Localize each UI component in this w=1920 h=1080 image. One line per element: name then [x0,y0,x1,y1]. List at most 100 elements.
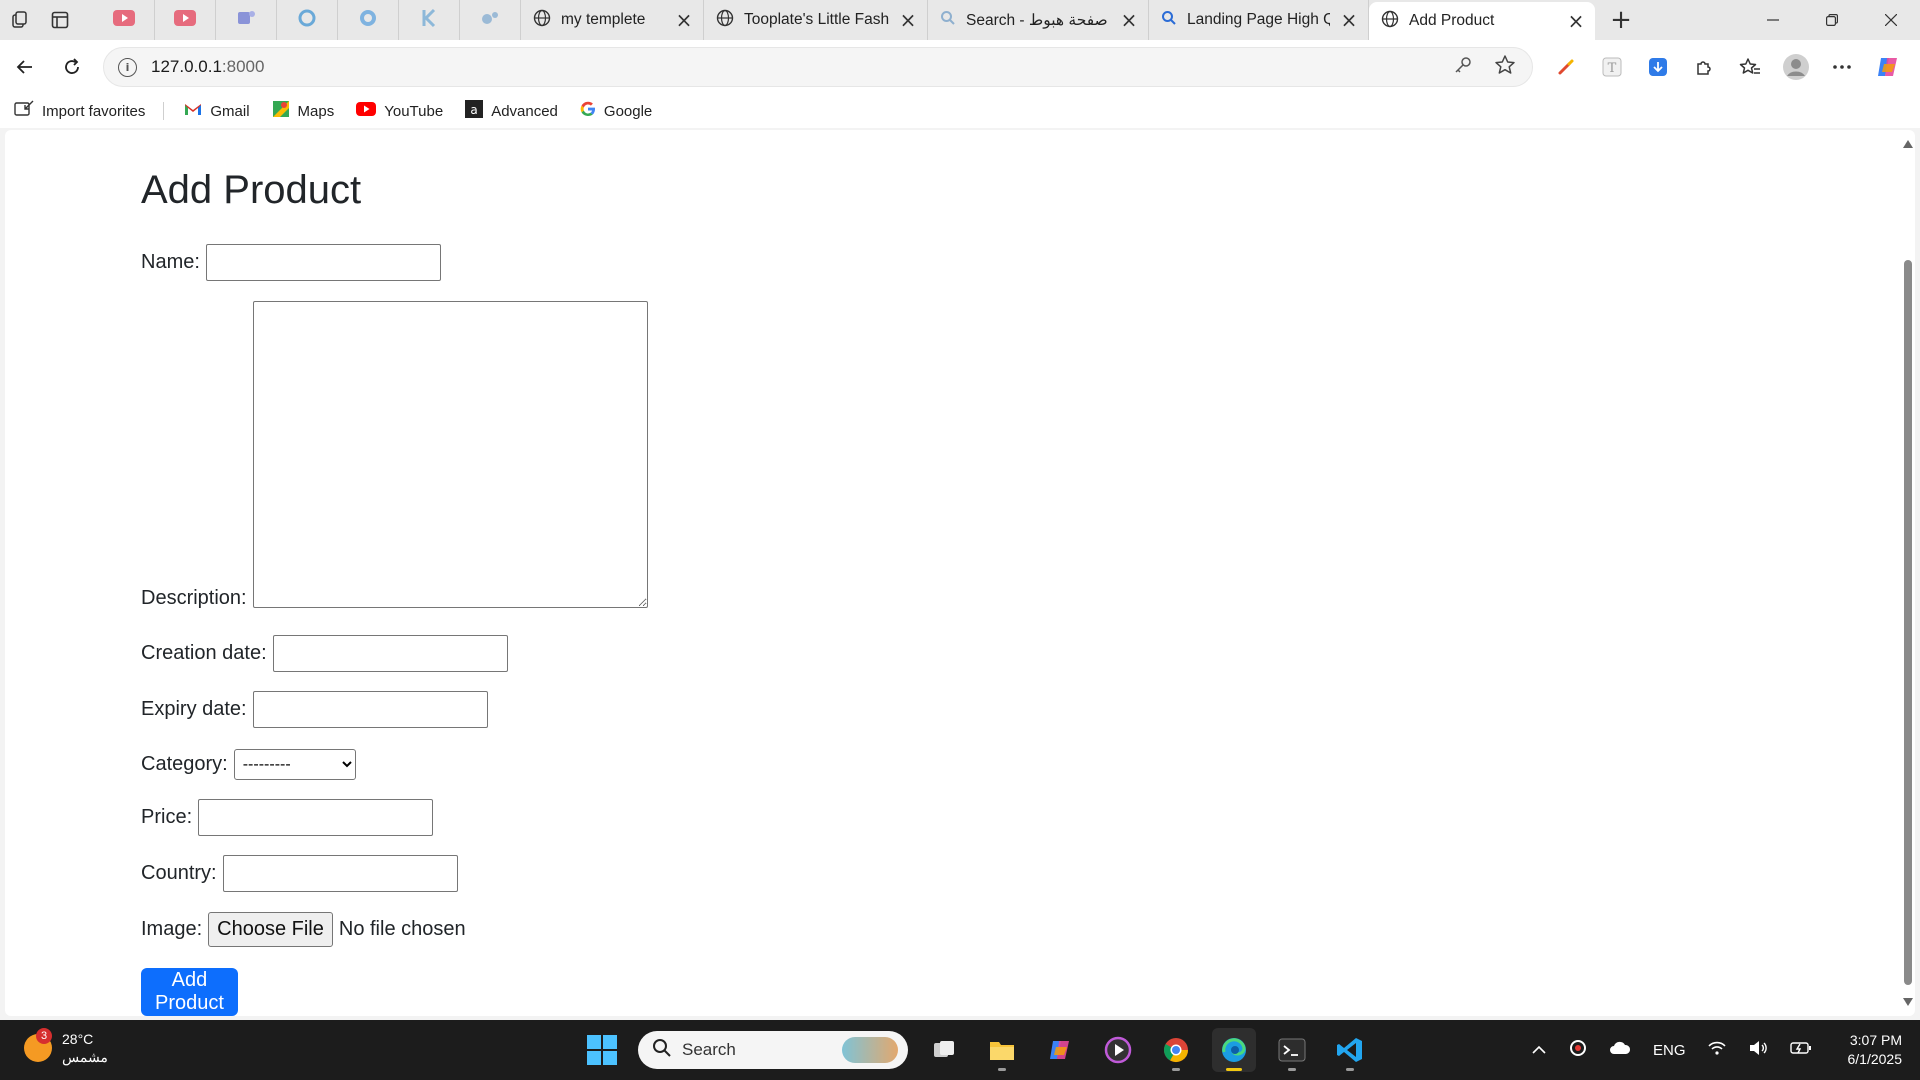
color-picker-extension-icon[interactable] [1543,44,1589,90]
name-input[interactable] [205,244,441,281]
media-player-app[interactable] [1096,1028,1140,1072]
weather-widget[interactable]: 3 28°C مشمس [24,1028,108,1066]
battery-icon[interactable] [1789,1041,1812,1059]
pinned-tab-6[interactable] [399,0,460,40]
terminal-app[interactable] [1270,1028,1314,1072]
close-tab-icon[interactable]: × [675,10,693,30]
browser-toolbar: i 127.0.0.1:8000 T [0,40,1920,94]
category-select[interactable]: --------- [233,749,356,780]
gmail-icon [184,102,202,120]
restore-button[interactable] [1802,0,1861,40]
copilot-icon[interactable] [1865,44,1911,90]
clock-date: 6/1/2025 [1847,1051,1903,1067]
choose-file-button[interactable]: Choose File [208,912,333,947]
search-icon [940,10,956,30]
chevron-up-icon[interactable] [1531,1042,1547,1059]
bookmark-import-favorites[interactable]: Import favorites [14,100,145,122]
pinned-tab-5[interactable] [338,0,399,40]
bookmarks-bar: Import favorites Gmail Maps YouTube a Ad… [0,94,1920,128]
import-icon [14,100,34,122]
pinned-tab-teams[interactable] [216,0,277,40]
file-status: No file chosen [338,918,466,940]
back-button[interactable] [2,44,48,90]
file-explorer-app[interactable] [980,1028,1024,1072]
clock[interactable]: 3:07 PM 6/1/2025 [1848,1031,1903,1069]
close-tab-icon[interactable]: × [1567,11,1585,31]
tab-strip: my templete × Tooplate's Little Fashion … [0,0,1920,40]
pinned-tab-4[interactable] [277,0,338,40]
running-indicator [1226,1068,1242,1071]
running-indicator [1288,1068,1296,1071]
country-input[interactable] [222,855,458,892]
chrome-app[interactable] [1154,1028,1198,1072]
description-textarea[interactable] [252,301,648,608]
notification-badge: 3 [36,1028,52,1044]
scroll-thumb[interactable] [1904,260,1912,985]
bookmark-label: Advanced [491,102,558,120]
onedrive-cloud-icon[interactable] [1609,1041,1631,1059]
search-icon [652,1038,672,1063]
bookmark-label: Maps [297,102,335,120]
taskbar-search[interactable]: Search [638,1031,908,1069]
pinned-tab-youtube-1[interactable] [94,0,155,40]
tab-search[interactable]: Search - صفحة هبوط × [928,0,1149,40]
site-info-icon[interactable]: i [118,57,137,77]
globe-icon [716,9,734,31]
wifi-icon[interactable] [1707,1041,1726,1059]
download-extension-icon[interactable] [1635,44,1681,90]
edge-app[interactable] [1212,1028,1256,1072]
tab-landing-page[interactable]: Landing Page High Quality × [1149,0,1369,40]
bookmark-maps[interactable]: Maps [272,100,335,122]
teams-icon [236,9,256,31]
start-button[interactable] [580,1028,624,1072]
language-indicator[interactable]: ENG [1653,1042,1686,1059]
copilot-app[interactable] [1038,1028,1082,1072]
bookmark-advanced[interactable]: a Advanced [465,100,558,122]
extensions-puzzle-icon[interactable] [1681,44,1727,90]
page-scrollbar[interactable] [1901,130,1915,1016]
volume-icon[interactable] [1748,1040,1768,1060]
favorites-icon[interactable] [1727,44,1773,90]
expiry-date-label: Expiry date: [141,698,247,720]
close-window-button[interactable] [1861,0,1920,40]
favorite-star-icon[interactable] [1494,54,1516,80]
scroll-up-arrow[interactable] [1903,140,1913,148]
arrow-left-icon [16,60,32,74]
font-extension-icon[interactable]: T [1589,44,1635,90]
tab-my-templete[interactable]: my templete × [521,0,704,40]
window-controls [1743,0,1920,40]
vscode-app[interactable] [1328,1028,1372,1072]
close-tab-icon[interactable]: × [1340,10,1358,30]
youtube-icon [113,10,135,30]
bookmark-youtube[interactable]: YouTube [356,102,443,120]
close-tab-icon[interactable]: × [1120,10,1138,30]
new-tab-button[interactable]: + [1601,7,1641,33]
address-bar[interactable]: i 127.0.0.1:8000 [103,47,1533,87]
pinned-tab-7[interactable] [460,0,521,40]
expiry-date-input[interactable] [252,691,488,728]
more-options-icon[interactable] [1819,44,1865,90]
close-tab-icon[interactable]: × [899,10,917,30]
minimize-button[interactable] [1743,0,1802,40]
windows-taskbar: 3 28°C مشمس Search ENG 3:07 PM 6/1/2025 [0,1020,1920,1080]
add-product-button[interactable]: Add Product [141,968,238,1016]
search-icon [1161,10,1177,30]
creation-date-input[interactable] [272,635,508,672]
bookmark-google[interactable]: Google [580,101,652,121]
scroll-down-arrow[interactable] [1903,998,1913,1006]
bookmark-gmail[interactable]: Gmail [184,102,250,120]
tab-actions-icon[interactable] [40,0,80,40]
workspaces-icon[interactable] [0,0,40,40]
tab-title: my templete [561,11,646,28]
globe-icon [533,9,551,31]
tab-tooplate[interactable]: Tooplate's Little Fashion × [704,0,928,40]
tab-title: Add Product [1409,12,1495,29]
refresh-button[interactable] [49,44,95,90]
task-view-button[interactable] [922,1028,966,1072]
pinned-tab-youtube-2[interactable] [155,0,216,40]
price-input[interactable] [198,799,434,836]
profile-avatar-icon[interactable] [1773,44,1819,90]
security-app-icon[interactable] [1569,1039,1587,1061]
tab-add-product[interactable]: Add Product × [1369,2,1595,40]
key-icon[interactable] [1454,56,1472,78]
